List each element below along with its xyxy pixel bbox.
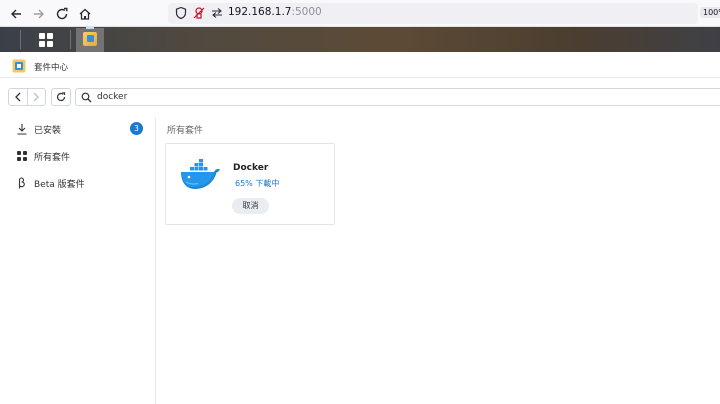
docker-whale-icon	[181, 159, 220, 189]
installed-count-badge: 3	[130, 122, 143, 135]
sidebar-item-label: Beta 版套件	[34, 180, 85, 190]
dsm-taskbar	[0, 27, 720, 52]
search-icon	[81, 92, 92, 103]
active-app-indicator	[86, 27, 94, 29]
grid-icon	[17, 151, 27, 161]
nav-buttons	[8, 88, 46, 106]
back-icon[interactable]	[6, 4, 26, 24]
refresh-icon[interactable]	[51, 88, 71, 106]
taskbar-divider	[70, 30, 71, 49]
window-title: 套件中心	[34, 63, 69, 73]
permissions-icon[interactable]	[192, 6, 206, 20]
sidebar-item-all-packages[interactable]: 所有套件	[0, 145, 155, 167]
window-titlebar: 套件中心	[0, 52, 720, 78]
package-center-app-icon[interactable]	[76, 28, 104, 52]
main-content: 所有套件 Docker 65% 下載中 取消	[156, 118, 720, 404]
url-bar[interactable]: 192.168.1.7:5000	[168, 3, 698, 24]
sidebar-item-label: 已安裝	[34, 126, 62, 136]
url-port: :5000	[291, 6, 322, 18]
sidebar-item-label: 所有套件	[34, 153, 71, 163]
package-card[interactable]: Docker 65% 下載中 取消	[165, 143, 335, 225]
package-name: Docker	[233, 163, 269, 173]
browser-toolbar: 192.168.1.7:5000 100%	[0, 0, 720, 27]
nav-back-icon[interactable]	[9, 89, 27, 105]
forward-icon[interactable]	[29, 4, 49, 24]
download-status: 65% 下載中	[235, 179, 280, 188]
search-input[interactable]: docker	[75, 88, 720, 106]
download-icon	[17, 124, 27, 135]
shield-icon[interactable]	[174, 6, 188, 20]
sidebar-item-beta[interactable]: Beta 版套件	[0, 172, 155, 194]
url-text: 192.168.1.7:5000	[228, 6, 322, 18]
sidebar-item-installed[interactable]: 已安裝 3	[0, 118, 155, 140]
home-icon[interactable]	[75, 4, 95, 24]
package-toolbar: docker	[0, 78, 720, 118]
connection-icon[interactable]	[210, 6, 224, 20]
zoom-indicator[interactable]: 100%	[700, 7, 720, 18]
beta-icon	[18, 177, 25, 189]
package-center-icon	[12, 59, 26, 73]
sidebar: 已安裝 3 所有套件 Beta 版套件	[0, 118, 156, 404]
nav-forward-icon[interactable]	[26, 89, 46, 105]
main-menu-icon[interactable]	[35, 29, 57, 50]
reload-icon[interactable]	[52, 4, 72, 24]
url-host: 192.168.1.7	[228, 6, 292, 18]
cancel-button[interactable]: 取消	[232, 198, 269, 214]
search-value: docker	[97, 92, 128, 102]
taskbar-divider	[20, 30, 21, 49]
section-title: 所有套件	[167, 126, 204, 136]
